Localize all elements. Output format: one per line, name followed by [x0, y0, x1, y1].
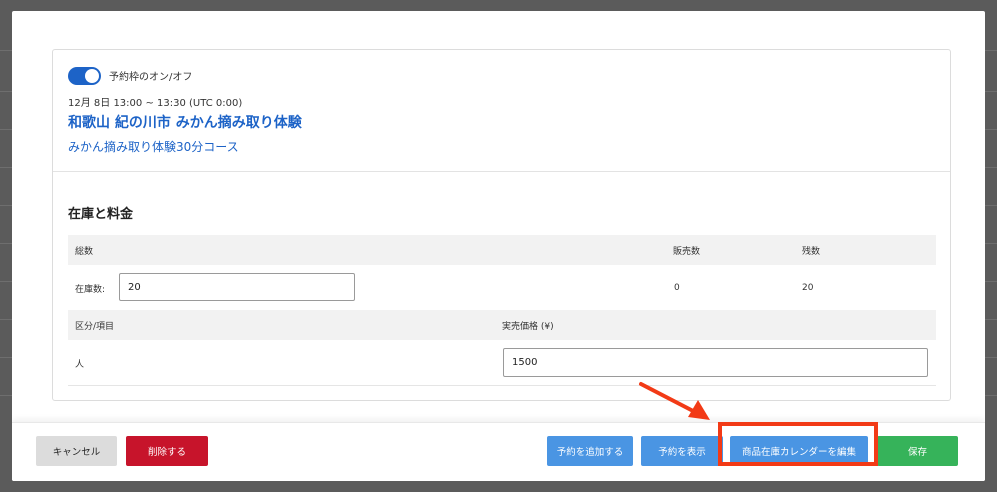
save-button[interactable]: 保存 [877, 436, 958, 466]
highlight-box [718, 422, 878, 466]
sold-header: 販売数 [673, 247, 701, 257]
category-header: 区分/項目 [75, 322, 115, 332]
section-title: 在庫と料金 [68, 207, 134, 222]
stock-label: 在庫数: [75, 285, 106, 295]
inventory-header-row: 総数 販売数 残数 [68, 235, 936, 265]
price-category: 人 [75, 360, 85, 370]
booking-header: 予約枠のオン/オフ 12月 8日 13:00 ~ 13:30 (UTC 0:00… [53, 50, 950, 172]
cancel-button[interactable]: キャンセル [36, 436, 117, 466]
remaining-value: 20 [802, 283, 814, 293]
toggle-label: 予約枠のオン/オフ [109, 72, 193, 83]
availability-toggle[interactable] [68, 67, 101, 85]
course-subtitle: みかん摘み取り体験30分コース [68, 140, 239, 154]
product-title: 和歌山 紀の川市 みかん摘み取り体験 [68, 115, 302, 131]
sold-value: 0 [674, 283, 680, 293]
add-booking-button[interactable]: 予約を追加する [547, 436, 633, 466]
show-bookings-button[interactable]: 予約を表示 [641, 436, 723, 466]
remaining-header: 残数 [802, 247, 821, 257]
toggle-knob [85, 69, 99, 83]
booking-datetime: 12月 8日 13:00 ~ 13:30 (UTC 0:00) [68, 98, 243, 109]
price-header: 実売価格 (¥) [502, 322, 554, 332]
stock-input[interactable] [119, 273, 355, 301]
price-input[interactable] [503, 348, 928, 377]
price-header-row: 区分/項目 実売価格 (¥) [68, 310, 936, 340]
booking-card: 予約枠のオン/オフ 12月 8日 13:00 ~ 13:30 (UTC 0:00… [52, 49, 951, 401]
booking-modal: 予約枠のオン/オフ 12月 8日 13:00 ~ 13:30 (UTC 0:00… [12, 11, 985, 481]
total-header: 総数 [75, 247, 94, 257]
delete-button[interactable]: 削除する [126, 436, 208, 466]
row-divider [68, 385, 936, 386]
